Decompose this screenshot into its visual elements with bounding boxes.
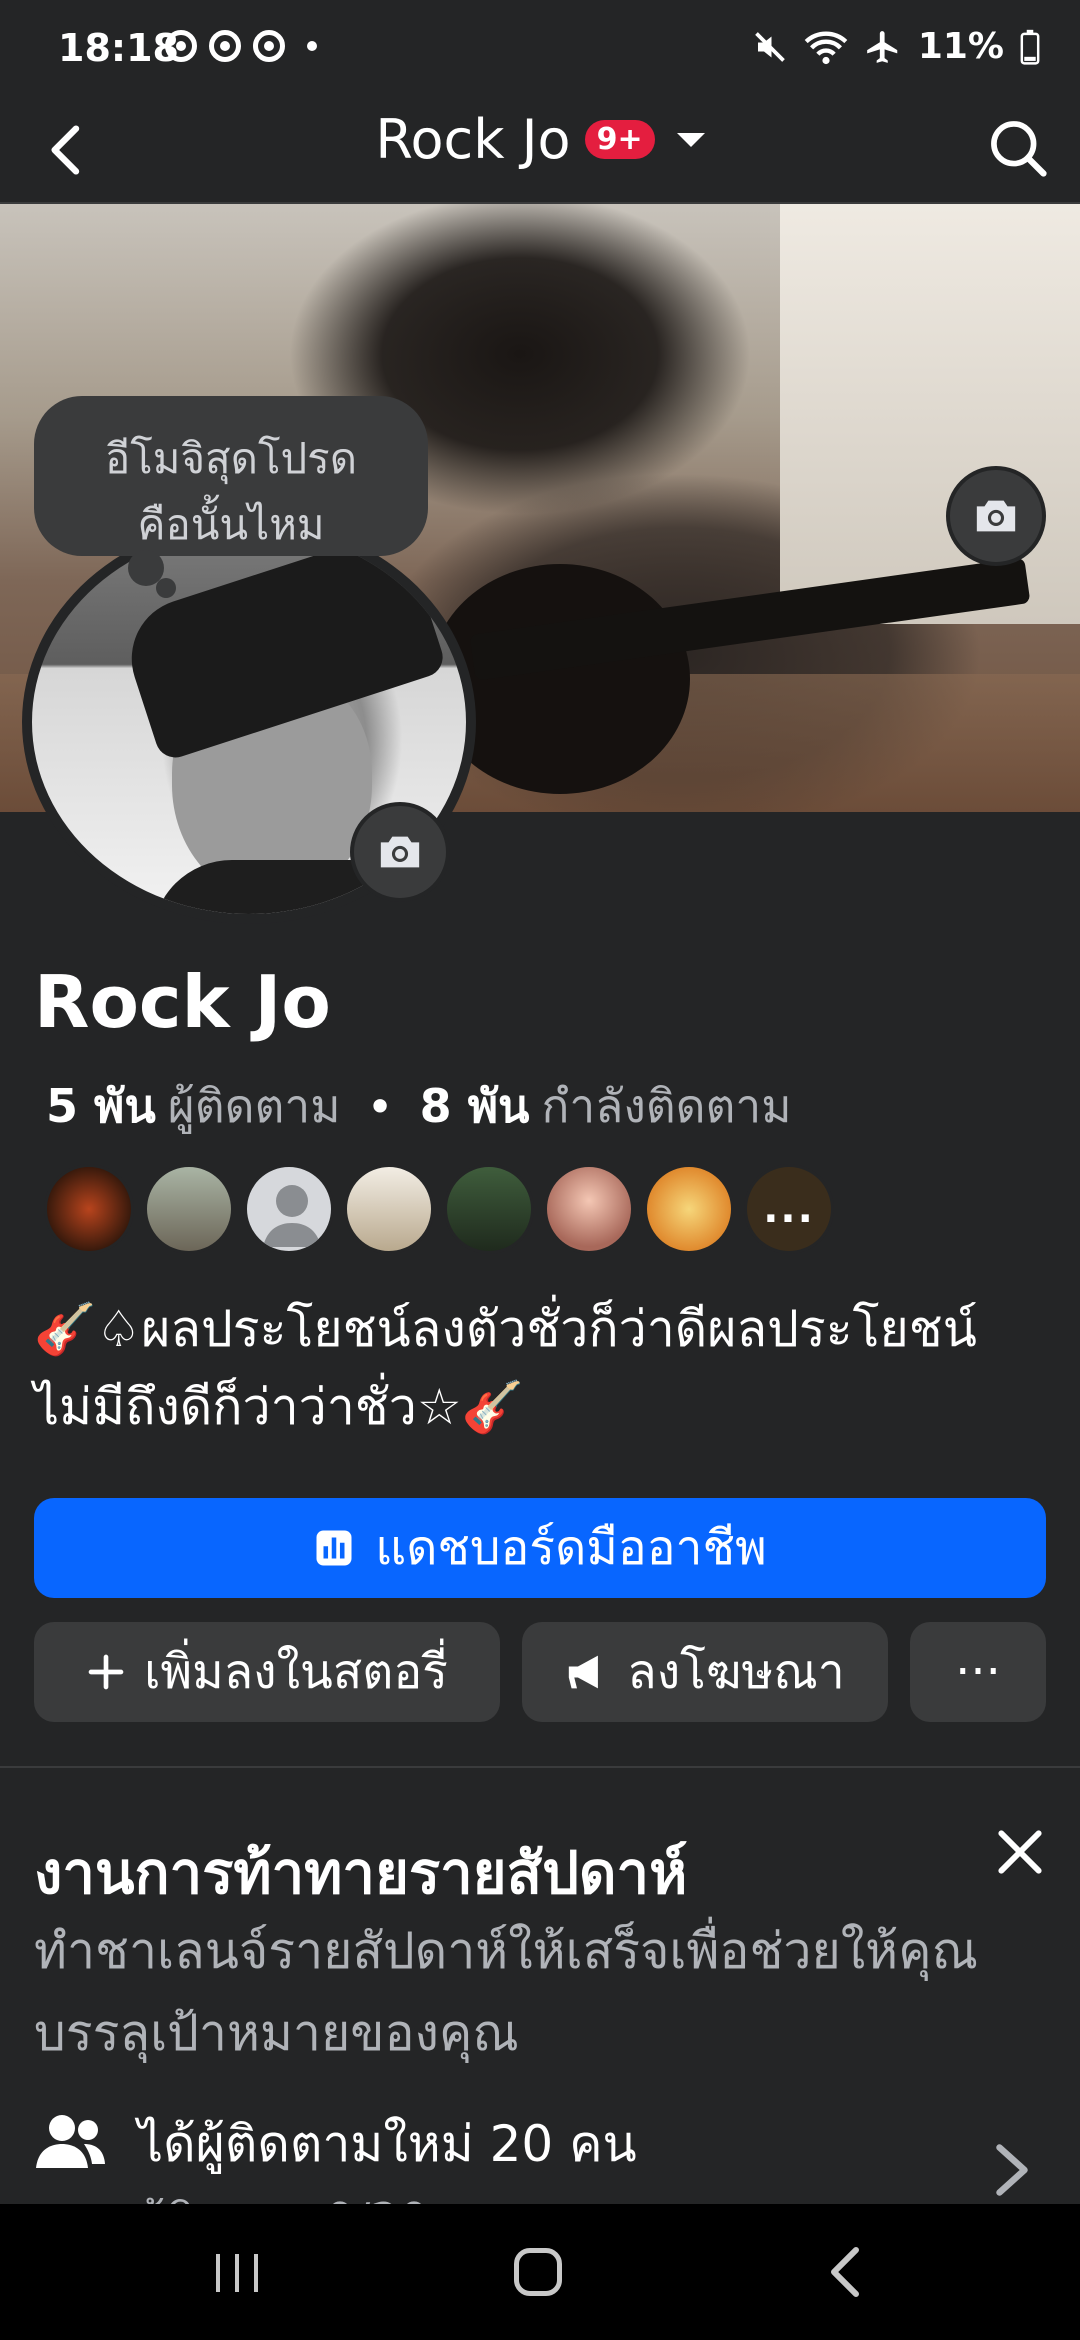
mute-icon xyxy=(755,31,785,62)
bubble-tail-small xyxy=(156,578,176,598)
stats-separator: • xyxy=(366,1079,394,1134)
follow-stats: 5 พัน ผู้ติดตาม • 8 พัน กำลังติดตาม xyxy=(46,1070,792,1143)
header-title: Rock Jo xyxy=(375,108,571,171)
add-to-story-button[interactable]: เพิ่มลงในสตอรี่ xyxy=(34,1622,500,1722)
cover-shelf xyxy=(780,204,1080,624)
status-bar: 18:18 11% xyxy=(0,0,1080,100)
followers-count[interactable]: 5 พัน xyxy=(46,1070,156,1143)
goal-text: ได้ผู้ติดตามใหม่ 20 คน xyxy=(138,2115,637,2173)
profile-actions: เพิ่มลงในสตอรี่ ลงโฆษณา ··· xyxy=(34,1622,1046,1722)
default-person-icon xyxy=(263,1185,321,1247)
chrome-icon xyxy=(209,30,241,62)
dashboard-label: แดชบอร์ดมืออาชีพ xyxy=(375,1520,767,1576)
followers-label[interactable]: ผู้ติดตาม xyxy=(168,1070,341,1143)
people-icon xyxy=(36,2115,105,2168)
recent-apps-icon[interactable] xyxy=(212,2252,262,2294)
following-count[interactable]: 8 พัน xyxy=(420,1070,530,1143)
challenge-description: ทำชาเลนจ์รายสัปดาห์ให้เสร็จเพื่อช่วยให้ค… xyxy=(34,1922,978,2062)
profile-header: Rock Jo 9+ xyxy=(0,100,1080,204)
notification-dot-icon xyxy=(307,41,317,51)
following-label[interactable]: กำลังติดตาม xyxy=(541,1070,791,1143)
advertise-label: ลงโฆษณา xyxy=(627,1644,845,1700)
search-icon[interactable] xyxy=(984,114,1052,182)
follower-avatar[interactable] xyxy=(144,1164,234,1254)
more-options-button[interactable]: ··· xyxy=(910,1622,1046,1722)
challenge-title: งานการท้าทายรายสัปดาห์ xyxy=(34,1839,688,1907)
profile-switcher[interactable]: Rock Jo 9+ xyxy=(0,108,1080,171)
wifi-icon xyxy=(804,31,848,64)
battery-percent: 11% xyxy=(917,26,1004,67)
chevron-right-icon xyxy=(996,2144,1028,2196)
profile-name: Rock Jo xyxy=(34,960,331,1044)
chrome-icon xyxy=(165,30,197,62)
system-navigation-bar xyxy=(0,2204,1080,2340)
edit-profile-picture-button[interactable] xyxy=(350,802,450,902)
follower-avatar[interactable] xyxy=(244,1164,334,1254)
airplane-icon xyxy=(866,30,898,63)
follower-avatar[interactable] xyxy=(444,1164,534,1254)
favorite-emoji-text: อีโมจิสุดโปรด คือนั้นไหม xyxy=(104,434,358,549)
more-followers-button[interactable]: ... xyxy=(744,1164,834,1254)
follower-avatar[interactable] xyxy=(544,1164,634,1254)
notification-badge: 9+ xyxy=(584,120,655,159)
megaphone-icon xyxy=(569,1655,599,1689)
follower-avatar[interactable] xyxy=(344,1164,434,1254)
camera-icon xyxy=(976,500,1016,532)
camera-icon xyxy=(380,836,420,868)
profile-bio: 🎸♤ผลประโยชน์ลงตัวชั่วก็ว่าดีผลประโยชน์ไม… xyxy=(34,1300,977,1436)
nav-back-icon[interactable] xyxy=(824,2246,864,2298)
profile-picture-container xyxy=(22,520,476,924)
follower-avatar[interactable] xyxy=(44,1164,134,1254)
challenge-goal-item[interactable]: ได้ผู้ติดตามใหม่ 20 คน ผู้ติดตาม 0/20 xyxy=(34,2104,1046,2204)
dashboard-chart-icon xyxy=(316,1530,352,1566)
section-divider xyxy=(0,1766,1080,1768)
add-to-story-label: เพิ่มลงในสตอรี่ xyxy=(144,1644,448,1700)
status-time: 18:18 xyxy=(58,26,179,70)
advertise-button[interactable]: ลงโฆษณา xyxy=(522,1622,888,1722)
battery-icon xyxy=(1020,29,1040,65)
goal-progress: ผู้ติดตาม 0/20 xyxy=(138,2184,429,2204)
status-notification-icons xyxy=(165,30,317,62)
chrome-icon xyxy=(253,30,285,62)
follower-avatar[interactable] xyxy=(644,1164,734,1254)
dropdown-caret-icon xyxy=(676,132,705,147)
professional-dashboard-button[interactable]: แดชบอร์ดมืออาชีพ xyxy=(34,1498,1046,1598)
more-followers-label: ... xyxy=(763,1186,815,1232)
more-options-label: ··· xyxy=(955,1644,1001,1700)
status-system-icons: 11% xyxy=(752,26,1040,67)
plus-icon xyxy=(88,1654,124,1690)
close-icon[interactable] xyxy=(988,1820,1052,1884)
follower-avatars: ... xyxy=(44,1164,834,1254)
edit-cover-button[interactable] xyxy=(946,466,1046,566)
home-icon[interactable] xyxy=(514,2248,562,2296)
favorite-emoji-prompt[interactable]: อีโมจิสุดโปรด คือนั้นไหม xyxy=(34,396,428,556)
